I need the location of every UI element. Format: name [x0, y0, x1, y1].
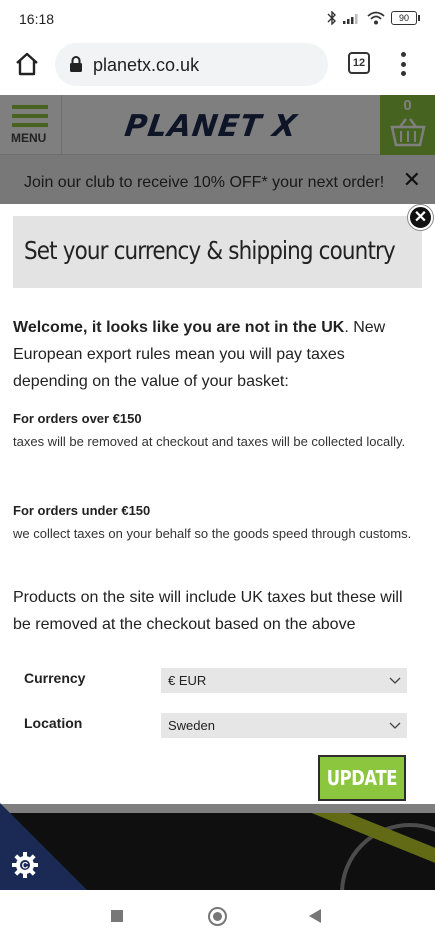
modal-title: Set your currency & shipping country	[24, 236, 396, 265]
currency-value: € EUR	[168, 673, 207, 688]
currency-shipping-modal: Set your currency & shipping country Wel…	[0, 204, 435, 804]
back-icon[interactable]	[309, 909, 321, 923]
over-150-body: taxes will be removed at checkout and ta…	[13, 434, 406, 449]
svg-text:C: C	[22, 861, 29, 871]
status-time: 16:18	[19, 11, 55, 27]
modal-intro: Welcome, it looks like you are not in th…	[13, 314, 423, 395]
chevron-down-icon	[389, 722, 401, 729]
home-circle-icon[interactable]	[208, 907, 227, 926]
intro-bold-text: Welcome, it looks like you are not in th…	[13, 319, 345, 336]
recents-icon[interactable]	[111, 910, 123, 922]
browser-toolbar: planetx.co.uk 12	[0, 38, 435, 90]
update-button[interactable]: UPDATE	[318, 755, 406, 801]
currency-select[interactable]: € EUR	[161, 668, 407, 693]
modal-close-icon[interactable]: ✕	[408, 205, 433, 230]
wifi-icon	[367, 11, 385, 25]
status-bar: 16:18 90	[0, 0, 435, 38]
status-icons: 90	[327, 11, 420, 25]
location-select[interactable]: Sweden	[161, 713, 407, 738]
products-tax-note: Products on the site will include UK tax…	[13, 589, 403, 633]
bluetooth-icon	[327, 11, 336, 25]
lock-icon	[70, 56, 82, 72]
url-text: planetx.co.uk	[93, 55, 200, 75]
currency-label: Currency	[24, 670, 86, 686]
over-150-heading: For orders over €150	[13, 411, 142, 426]
more-menu-icon[interactable]	[398, 52, 408, 76]
location-label: Location	[24, 715, 83, 731]
system-nav-bar	[0, 890, 435, 943]
tab-switcher-button[interactable]: 12	[348, 52, 370, 74]
home-icon[interactable]	[13, 50, 41, 78]
location-value: Sweden	[168, 718, 215, 733]
signal-icon	[343, 14, 358, 24]
chevron-down-icon	[389, 677, 401, 684]
address-bar[interactable]: planetx.co.uk	[55, 43, 328, 86]
battery-icon: 90	[391, 11, 420, 25]
gear-icon[interactable]: C	[10, 850, 40, 880]
under-150-heading: For orders under €150	[13, 503, 151, 518]
update-label: UPDATE	[326, 766, 398, 790]
modal-header: Set your currency & shipping country	[13, 216, 422, 288]
under-150-body: we collect taxes on your behalf so the g…	[13, 526, 412, 541]
